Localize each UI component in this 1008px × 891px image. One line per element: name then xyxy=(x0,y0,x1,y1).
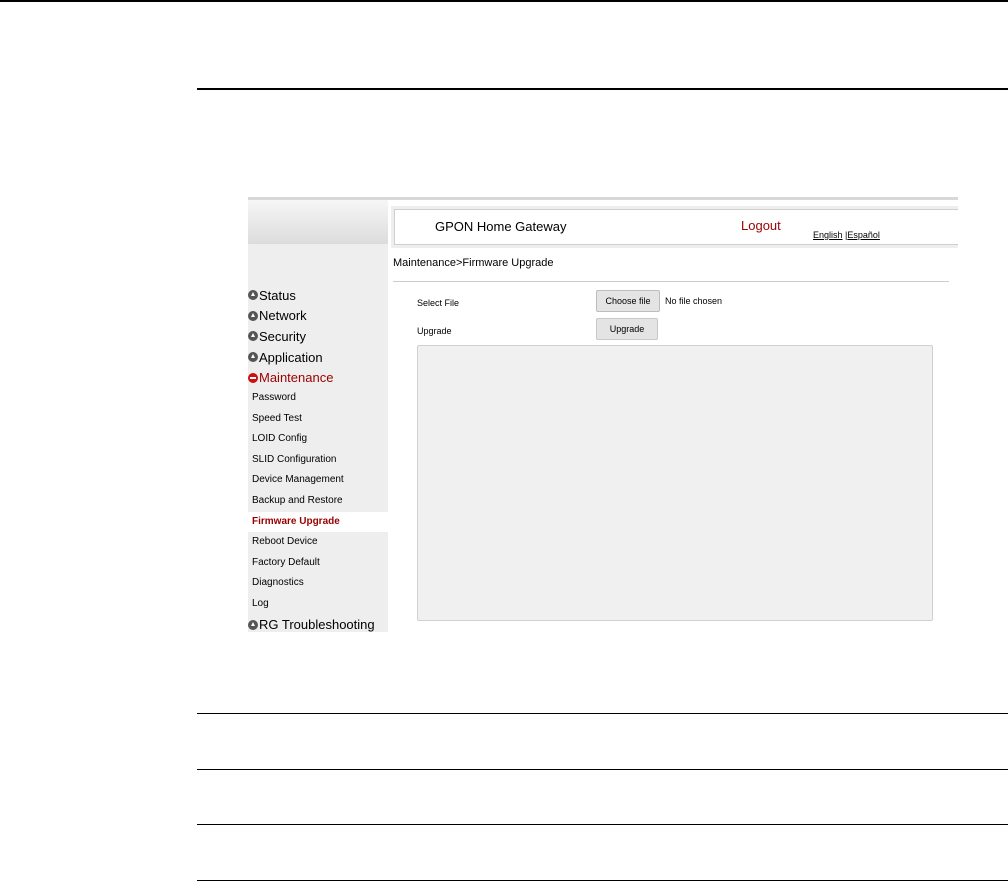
sidebar-item-maintenance[interactable]: Maintenance xyxy=(248,367,388,388)
sidebar-subitem-loid-config[interactable]: LOID Config xyxy=(248,429,388,450)
expand-icon xyxy=(248,352,258,363)
sidebar-item-label: Status xyxy=(259,287,296,303)
sidebar-item-rg-troubleshooting[interactable]: RG Troubleshooting xyxy=(248,615,388,632)
sidebar-item-label: Security xyxy=(259,328,306,344)
expand-icon xyxy=(248,310,258,321)
sidebar: Status Network Security Application Main… xyxy=(248,200,388,632)
sidebar-item-network[interactable]: Network xyxy=(248,306,388,327)
sidebar-subitem-diagnostics[interactable]: Diagnostics xyxy=(248,573,388,594)
sidebar-item-security[interactable]: Security xyxy=(248,326,388,347)
sidebar-item-status[interactable]: Status xyxy=(248,285,388,306)
app-title: GPON Home Gateway xyxy=(435,219,567,234)
sidebar-nav: Status Network Security Application Main… xyxy=(248,285,388,632)
divider xyxy=(393,281,949,282)
sidebar-item-application[interactable]: Application xyxy=(248,347,388,368)
page-rule xyxy=(197,824,1008,825)
lang-spanish-link[interactable]: Español xyxy=(847,230,880,240)
header-bar: GPON Home Gateway Logout English |Españo… xyxy=(394,209,958,245)
sidebar-item-label: Network xyxy=(259,308,307,324)
logout-link[interactable]: Logout xyxy=(741,218,781,233)
expand-icon xyxy=(248,290,258,301)
language-switcher: English |Español xyxy=(813,230,880,240)
sidebar-item-label: Maintenance xyxy=(259,370,334,386)
expand-icon xyxy=(248,619,258,630)
sidebar-item-label: Application xyxy=(259,349,323,365)
breadcrumb: Maintenance>Firmware Upgrade xyxy=(393,257,554,269)
collapse-icon xyxy=(248,372,258,383)
page-rule-top xyxy=(0,0,1008,2)
expand-icon xyxy=(248,331,258,342)
sidebar-subitem-password[interactable]: Password xyxy=(248,388,388,409)
sidebar-subitem-slid-configuration[interactable]: SLID Configuration xyxy=(248,450,388,471)
page-rule xyxy=(197,88,1008,90)
upgrade-button[interactable]: Upgrade xyxy=(596,318,658,340)
sidebar-subitem-reboot-device[interactable]: Reboot Device xyxy=(248,532,388,553)
page-rule xyxy=(197,880,1008,881)
upgrade-label: Upgrade xyxy=(417,326,452,336)
sidebar-subitem-speed-test[interactable]: Speed Test xyxy=(248,409,388,430)
choose-file-button[interactable]: Choose file xyxy=(596,290,660,312)
sidebar-subitem-factory-default[interactable]: Factory Default xyxy=(248,553,388,574)
router-screenshot: Status Network Security Application Main… xyxy=(248,197,958,632)
lang-english-link[interactable]: English xyxy=(813,230,843,240)
sidebar-subitem-firmware-upgrade[interactable]: Firmware Upgrade xyxy=(248,511,388,533)
file-status-text: No file chosen xyxy=(665,296,723,306)
upgrade-status-area xyxy=(417,345,933,621)
page-rule xyxy=(197,769,1008,770)
sidebar-item-label: RG Troubleshooting xyxy=(259,617,375,632)
sidebar-subitem-log[interactable]: Log xyxy=(248,594,388,615)
sidebar-subitem-device-management[interactable]: Device Management xyxy=(248,470,388,491)
sidebar-subitem-backup-restore[interactable]: Backup and Restore xyxy=(248,491,388,512)
sidebar-header xyxy=(248,200,388,244)
select-file-label: Select File xyxy=(417,298,460,308)
page-rule xyxy=(197,713,1008,714)
